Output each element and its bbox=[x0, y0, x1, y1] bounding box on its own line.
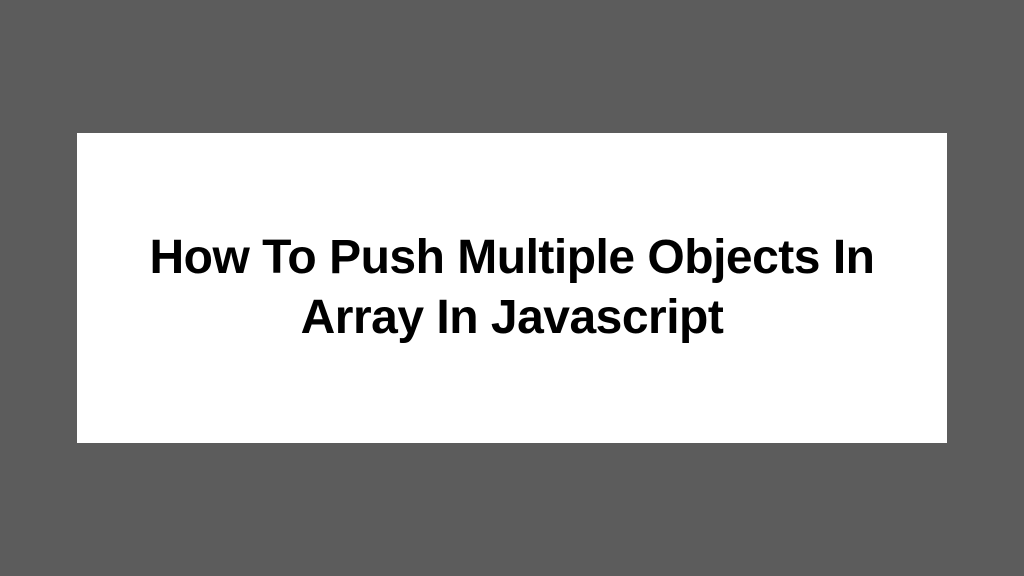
title-card: How To Push Multiple Objects In Array In… bbox=[77, 133, 947, 443]
page-title: How To Push Multiple Objects In Array In… bbox=[137, 228, 887, 348]
